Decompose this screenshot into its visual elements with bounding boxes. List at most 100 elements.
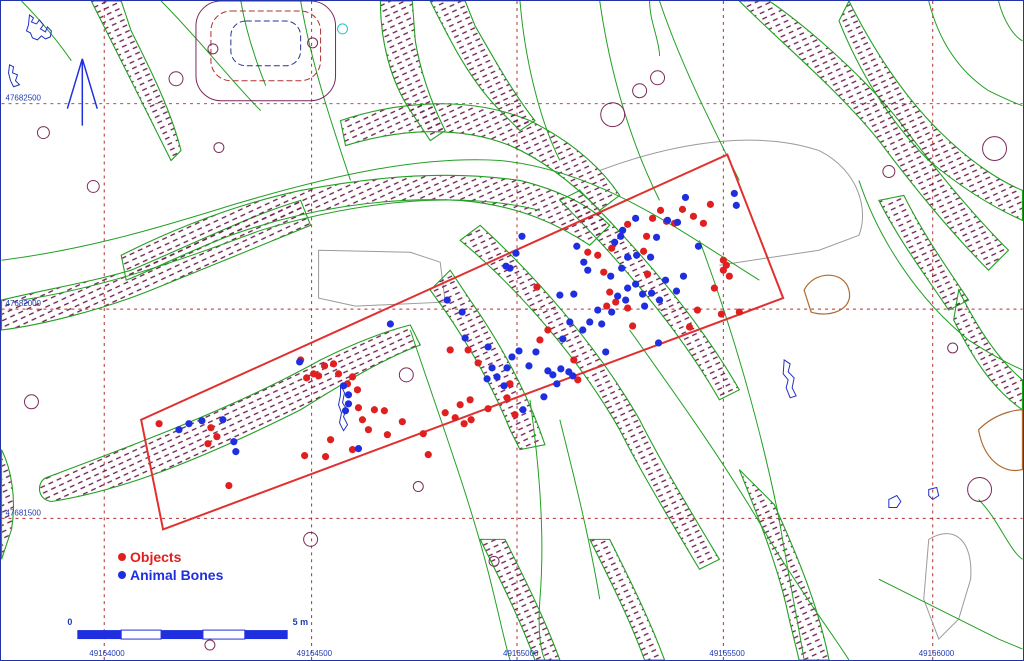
animal-bone-find-point (573, 242, 581, 250)
animal-bone-find-point (553, 380, 561, 388)
animal-bone-find-point (632, 214, 640, 222)
object-find-point (533, 283, 541, 291)
animal-bone-find-point (646, 253, 655, 261)
animal-bone-find-point (584, 266, 592, 274)
object-find-point (380, 407, 388, 415)
animal-bone-find-point (624, 253, 632, 261)
object-find-point (511, 411, 519, 419)
animal-bone-find-point (556, 291, 564, 299)
object-find-point (456, 401, 464, 409)
object-find-point (725, 272, 733, 280)
animal-bone-find-point (569, 372, 577, 380)
animal-bone-find-point (622, 296, 630, 304)
animal-bone-find-point (732, 201, 740, 209)
object-find-point (398, 418, 406, 426)
object-find-point (467, 416, 475, 424)
object-find-point (656, 206, 665, 214)
animal-bone-find-point (579, 326, 587, 334)
object-find-point (474, 359, 482, 367)
object-find-point (204, 440, 212, 448)
object-find-point (544, 326, 552, 334)
north-arrow-icon (66, 58, 98, 126)
legend-bones-label: Animal Bones (130, 567, 224, 583)
object-find-point (706, 200, 714, 208)
animal-bone-find-point (515, 347, 523, 355)
object-find-point (451, 414, 459, 422)
object-find-point (424, 451, 432, 459)
animal-bone-find-point (540, 393, 548, 401)
object-find-point (303, 374, 311, 382)
object-find-point (370, 406, 379, 414)
grid-label-y-3: 47681500 (6, 508, 42, 517)
object-find-point (693, 306, 702, 314)
animal-bone-find-point (354, 445, 363, 453)
object-find-point (334, 370, 343, 378)
object-find-point (301, 452, 309, 460)
animal-bone-find-point (663, 216, 672, 224)
animal-bone-find-point (672, 287, 681, 295)
object-find-point (699, 219, 708, 227)
animal-bone-find-point (639, 290, 647, 298)
object-find-point (643, 270, 652, 278)
grid-label-x-5: 49166000 (919, 649, 955, 658)
object-find-point (348, 446, 357, 454)
animal-bone-find-point (580, 258, 588, 266)
animal-bone-find-point (500, 382, 508, 390)
animal-bone-find-point (296, 358, 304, 366)
animal-bone-find-point (641, 302, 649, 310)
object-find-point (648, 214, 657, 222)
object-find-point (606, 288, 614, 296)
object-find-point (225, 481, 233, 490)
legend-item-objects: Objects (118, 548, 223, 566)
objects-dot-icon (118, 553, 126, 561)
object-find-point (446, 346, 454, 354)
object-find-point (735, 308, 743, 316)
animal-bone-find-point (681, 193, 690, 201)
grid-label-x-3: 49165000 (503, 649, 539, 658)
legend-item-animal-bones: Animal Bones (118, 566, 223, 584)
animal-bone-find-point (652, 233, 661, 241)
animal-bone-find-point (632, 280, 640, 288)
animal-bone-find-point (694, 242, 703, 250)
object-find-point (155, 420, 163, 428)
animal-bone-find-point (549, 371, 557, 379)
animal-bone-find-point (512, 249, 520, 257)
animal-bone-find-point (519, 406, 527, 414)
animal-bone-find-point (673, 218, 682, 226)
animal-bone-find-point (532, 348, 540, 356)
animal-bone-find-point (647, 289, 656, 297)
animal-bone-find-point (661, 276, 670, 284)
animal-bone-find-point (198, 417, 206, 425)
animal-bone-find-point (633, 251, 641, 259)
object-find-point (213, 433, 221, 441)
object-find-point (503, 394, 511, 402)
object-find-point (624, 220, 632, 228)
object-find-point (536, 336, 544, 344)
animal-bone-find-point (586, 318, 594, 326)
animal-bone-find-point (655, 296, 664, 304)
animal-bone-find-point (508, 353, 516, 361)
animal-bone-find-point (219, 416, 227, 424)
object-find-point (678, 205, 687, 213)
object-find-point (321, 453, 330, 461)
animal-bone-find-point (341, 407, 350, 415)
object-find-point (354, 404, 363, 412)
object-find-point (460, 420, 468, 428)
object-find-point (594, 251, 602, 259)
animal-bone-find-point (483, 375, 491, 383)
animal-bone-find-point (594, 306, 602, 314)
object-find-point (353, 386, 362, 394)
animal-bone-find-point (503, 364, 511, 372)
object-find-point (348, 373, 357, 381)
animal-bone-find-point (611, 238, 619, 246)
grid-label-x-2: 49164500 (297, 649, 333, 658)
object-find-point (643, 232, 651, 240)
animal-bone-find-point (484, 343, 492, 351)
object-find-point (629, 322, 637, 330)
legend-objects-label: Objects (130, 549, 182, 565)
bones-dot-icon (118, 571, 126, 579)
object-find-point (320, 362, 329, 370)
object-find-point (685, 323, 694, 331)
animal-bone-find-point (557, 365, 565, 373)
animal-bone-find-point (730, 189, 738, 198)
